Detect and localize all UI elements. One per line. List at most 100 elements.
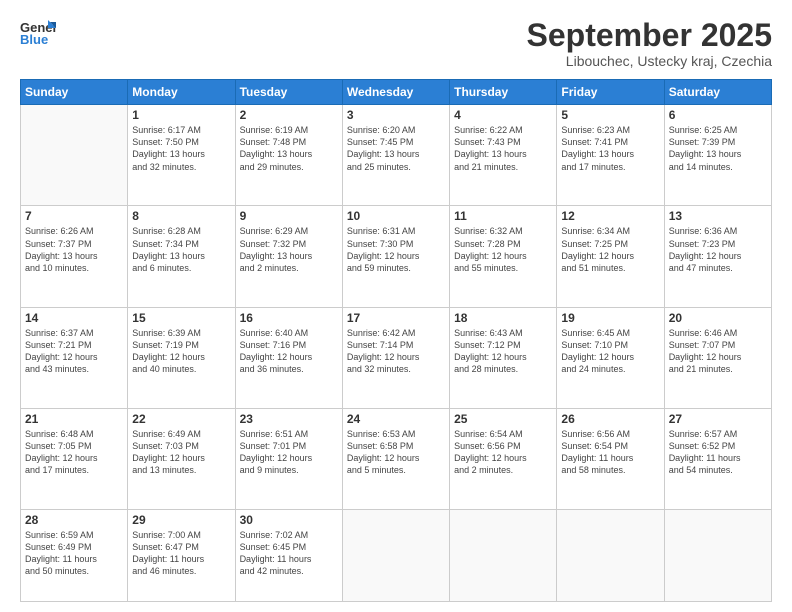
day-number: 8 (132, 209, 230, 223)
day-number: 25 (454, 412, 552, 426)
day-number: 17 (347, 311, 445, 325)
table-row: 17 Sunrise: 6:42 AMSunset: 7:14 PMDayligh… (342, 307, 449, 408)
table-row: 20 Sunrise: 6:46 AMSunset: 7:07 PMDayligh… (664, 307, 771, 408)
day-info: Sunrise: 6:43 AMSunset: 7:12 PMDaylight:… (454, 327, 552, 376)
table-row (342, 509, 449, 601)
day-number: 20 (669, 311, 767, 325)
header-friday: Friday (557, 80, 664, 105)
logo-icon: General Blue (20, 18, 56, 48)
table-row: 26 Sunrise: 6:56 AMSunset: 6:54 PMDayligh… (557, 408, 664, 509)
day-info: Sunrise: 6:42 AMSunset: 7:14 PMDaylight:… (347, 327, 445, 376)
day-info: Sunrise: 6:28 AMSunset: 7:34 PMDaylight:… (132, 225, 230, 274)
table-row (664, 509, 771, 601)
day-info: Sunrise: 6:19 AMSunset: 7:48 PMDaylight:… (240, 124, 338, 173)
day-info: Sunrise: 6:29 AMSunset: 7:32 PMDaylight:… (240, 225, 338, 274)
day-info: Sunrise: 6:49 AMSunset: 7:03 PMDaylight:… (132, 428, 230, 477)
day-info: Sunrise: 6:23 AMSunset: 7:41 PMDaylight:… (561, 124, 659, 173)
day-info: Sunrise: 6:36 AMSunset: 7:23 PMDaylight:… (669, 225, 767, 274)
table-row: 9 Sunrise: 6:29 AMSunset: 7:32 PMDaylight… (235, 206, 342, 307)
day-number: 23 (240, 412, 338, 426)
day-info: Sunrise: 6:48 AMSunset: 7:05 PMDaylight:… (25, 428, 123, 477)
day-number: 15 (132, 311, 230, 325)
table-row: 13 Sunrise: 6:36 AMSunset: 7:23 PMDayligh… (664, 206, 771, 307)
table-row: 30Sunrise: 7:02 AMSunset: 6:45 PMDayligh… (235, 509, 342, 601)
day-info: Sunrise: 6:32 AMSunset: 7:28 PMDaylight:… (454, 225, 552, 274)
header-thursday: Thursday (450, 80, 557, 105)
day-info: Sunrise: 6:56 AMSunset: 6:54 PMDaylight:… (561, 428, 659, 477)
table-row: 19 Sunrise: 6:45 AMSunset: 7:10 PMDayligh… (557, 307, 664, 408)
day-info: Sunrise: 6:25 AMSunset: 7:39 PMDaylight:… (669, 124, 767, 173)
day-number: 26 (561, 412, 659, 426)
day-number: 4 (454, 108, 552, 122)
day-number: 11 (454, 209, 552, 223)
table-row: 16Sunrise: 6:40 AMSunset: 7:16 PMDayligh… (235, 307, 342, 408)
day-info: Sunrise: 6:20 AMSunset: 7:45 PMDaylight:… (347, 124, 445, 173)
svg-text:Blue: Blue (20, 32, 48, 47)
day-number: 22 (132, 412, 230, 426)
table-row: 28 Sunrise: 6:59 AMSunset: 6:49 PMDayligh… (21, 509, 128, 601)
logo: General Blue (20, 18, 56, 48)
day-info: Sunrise: 7:02 AMSunset: 6:45 PMDaylight:… (240, 529, 338, 578)
day-info: Sunrise: 6:31 AMSunset: 7:30 PMDaylight:… (347, 225, 445, 274)
day-info: Sunrise: 6:34 AMSunset: 7:25 PMDaylight:… (561, 225, 659, 274)
day-number: 3 (347, 108, 445, 122)
day-number: 10 (347, 209, 445, 223)
table-row: 24 Sunrise: 6:53 AMSunset: 6:58 PMDayligh… (342, 408, 449, 509)
day-number: 27 (669, 412, 767, 426)
header-monday: Monday (128, 80, 235, 105)
table-row: 6 Sunrise: 6:25 AMSunset: 7:39 PMDaylight… (664, 105, 771, 206)
day-info: Sunrise: 6:53 AMSunset: 6:58 PMDaylight:… (347, 428, 445, 477)
day-number: 19 (561, 311, 659, 325)
day-number: 21 (25, 412, 123, 426)
table-row (450, 509, 557, 601)
day-info: Sunrise: 6:26 AMSunset: 7:37 PMDaylight:… (25, 225, 123, 274)
day-number: 18 (454, 311, 552, 325)
calendar-table: Sunday Monday Tuesday Wednesday Thursday… (20, 79, 772, 602)
table-row: 8 Sunrise: 6:28 AMSunset: 7:34 PMDaylight… (128, 206, 235, 307)
table-row: 15 Sunrise: 6:39 AMSunset: 7:19 PMDayligh… (128, 307, 235, 408)
day-info: Sunrise: 7:00 AMSunset: 6:47 PMDaylight:… (132, 529, 230, 578)
table-row: 23 Sunrise: 6:51 AMSunset: 7:01 PMDayligh… (235, 408, 342, 509)
day-number: 9 (240, 209, 338, 223)
header-wednesday: Wednesday (342, 80, 449, 105)
page: General Blue September 2025 Libouchec, U… (0, 0, 792, 612)
day-info: Sunrise: 6:39 AMSunset: 7:19 PMDaylight:… (132, 327, 230, 376)
day-number: 24 (347, 412, 445, 426)
day-info: Sunrise: 6:17 AMSunset: 7:50 PMDaylight:… (132, 124, 230, 173)
day-number: 12 (561, 209, 659, 223)
day-info: Sunrise: 6:51 AMSunset: 7:01 PMDaylight:… (240, 428, 338, 477)
day-number: 16 (240, 311, 338, 325)
day-number: 29 (132, 513, 230, 527)
day-info: Sunrise: 6:37 AMSunset: 7:21 PMDaylight:… (25, 327, 123, 376)
table-row: 25Sunrise: 6:54 AMSunset: 6:56 PMDayligh… (450, 408, 557, 509)
table-row: 4 Sunrise: 6:22 AMSunset: 7:43 PMDaylight… (450, 105, 557, 206)
day-info: Sunrise: 6:46 AMSunset: 7:07 PMDaylight:… (669, 327, 767, 376)
day-info: Sunrise: 6:22 AMSunset: 7:43 PMDaylight:… (454, 124, 552, 173)
day-info: Sunrise: 6:59 AMSunset: 6:49 PMDaylight:… (25, 529, 123, 578)
header-tuesday: Tuesday (235, 80, 342, 105)
location: Libouchec, Ustecky kraj, Czechia (527, 53, 772, 69)
header-sunday: Sunday (21, 80, 128, 105)
table-row: 3 Sunrise: 6:20 AMSunset: 7:45 PMDaylight… (342, 105, 449, 206)
table-row: 18 Sunrise: 6:43 AMSunset: 7:12 PMDayligh… (450, 307, 557, 408)
table-row: 1 Sunrise: 6:17 AMSunset: 7:50 PMDaylight… (128, 105, 235, 206)
day-number: 13 (669, 209, 767, 223)
table-row: 12 Sunrise: 6:34 AMSunset: 7:25 PMDayligh… (557, 206, 664, 307)
day-number: 1 (132, 108, 230, 122)
table-row: 21 Sunrise: 6:48 AMSunset: 7:05 PMDayligh… (21, 408, 128, 509)
table-row: 22 Sunrise: 6:49 AMSunset: 7:03 PMDayligh… (128, 408, 235, 509)
table-row: 10 Sunrise: 6:31 AMSunset: 7:30 PMDayligh… (342, 206, 449, 307)
day-number: 2 (240, 108, 338, 122)
day-number: 14 (25, 311, 123, 325)
table-row: 2 Sunrise: 6:19 AMSunset: 7:48 PMDaylight… (235, 105, 342, 206)
day-info: Sunrise: 6:45 AMSunset: 7:10 PMDaylight:… (561, 327, 659, 376)
title-section: September 2025 Libouchec, Ustecky kraj, … (527, 18, 772, 69)
calendar-header-row: Sunday Monday Tuesday Wednesday Thursday… (21, 80, 772, 105)
day-number: 6 (669, 108, 767, 122)
header-saturday: Saturday (664, 80, 771, 105)
table-row: 14 Sunrise: 6:37 AMSunset: 7:21 PMDayligh… (21, 307, 128, 408)
day-number: 28 (25, 513, 123, 527)
table-row: 11 Sunrise: 6:32 AMSunset: 7:28 PMDayligh… (450, 206, 557, 307)
day-number: 5 (561, 108, 659, 122)
table-row: 7Sunrise: 6:26 AMSunset: 7:37 PMDaylight… (21, 206, 128, 307)
